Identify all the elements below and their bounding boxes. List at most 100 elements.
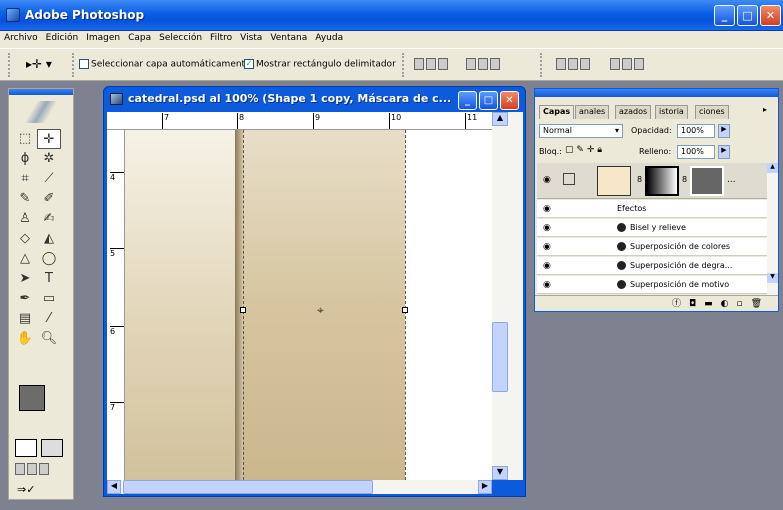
move-tool-preset-icon[interactable]: ▸✛ ▾ bbox=[26, 57, 52, 71]
opacity-field[interactable]: 100% bbox=[677, 124, 715, 138]
blend-mode-select[interactable]: Normal ▾ bbox=[539, 124, 623, 138]
trash-icon[interactable]: 🗑︎ bbox=[751, 299, 770, 309]
lock-paint-icon[interactable]: ✎ bbox=[576, 145, 584, 155]
screen-mode-standard-icon[interactable] bbox=[15, 463, 25, 475]
doc-minimize-button[interactable]: _ bbox=[458, 91, 477, 110]
auto-select-checkbox[interactable] bbox=[79, 59, 89, 69]
path-select-icon[interactable]: ➤ bbox=[13, 269, 37, 289]
image-canvas[interactable]: ⌖ bbox=[125, 130, 492, 480]
dodge-icon[interactable]: ◯ bbox=[37, 249, 61, 269]
standard-mode-icon[interactable] bbox=[15, 439, 37, 457]
menu-ventana[interactable]: Ventana bbox=[266, 31, 311, 43]
adjustment-layer-icon[interactable]: ◐ bbox=[721, 299, 737, 309]
align-left-icon[interactable] bbox=[465, 58, 476, 70]
horizontal-scrollbar[interactable]: ◀ ▶ bbox=[107, 480, 492, 494]
align-right-icon[interactable] bbox=[489, 58, 500, 70]
crop-icon[interactable]: ⌗ bbox=[13, 169, 37, 189]
healing-icon[interactable]: ✎ bbox=[13, 189, 37, 209]
distribute-right-icon[interactable] bbox=[633, 58, 644, 70]
history-brush-icon[interactable]: ✍ bbox=[37, 209, 61, 229]
menu-capa[interactable]: Capa bbox=[124, 31, 155, 43]
align-vcenter-icon[interactable] bbox=[426, 58, 436, 70]
new-set-icon[interactable]: ▬ bbox=[704, 299, 721, 309]
eyedropper-icon[interactable]: ⁄ bbox=[37, 309, 61, 329]
foreground-color-swatch[interactable] bbox=[19, 385, 45, 411]
distribute-hcenter-icon[interactable] bbox=[621, 58, 632, 70]
slice-icon[interactable]: ⟋ bbox=[37, 169, 61, 189]
eraser-icon[interactable]: ◇ bbox=[13, 229, 37, 249]
minimize-button[interactable]: _ bbox=[714, 5, 735, 26]
bucket-icon[interactable]: ◭ bbox=[37, 229, 61, 249]
scroll-up-icon[interactable]: ▲ bbox=[492, 112, 508, 126]
align-hcenter-icon[interactable] bbox=[477, 58, 488, 70]
vertical-ruler[interactable]: 4 5 6 7 bbox=[107, 130, 125, 480]
notes-icon[interactable]: ▤ bbox=[13, 309, 37, 329]
layer-row-shape[interactable]: ◉ 8 8 ... bbox=[537, 163, 767, 199]
eye-icon[interactable]: ◉ bbox=[543, 261, 551, 271]
horizontal-ruler[interactable]: 7 8 9 10 11 bbox=[107, 112, 492, 130]
distribute-left-icon[interactable] bbox=[609, 58, 620, 70]
feather-logo-icon[interactable] bbox=[21, 101, 61, 123]
opacity-arrow-icon[interactable]: ▶ bbox=[718, 124, 730, 138]
vertical-scrollbar[interactable]: ▲ ▼ bbox=[492, 112, 523, 480]
stamp-icon[interactable]: ♙ bbox=[13, 209, 37, 229]
layers-palette-header[interactable] bbox=[535, 89, 778, 97]
scroll-right-icon[interactable]: ▶ bbox=[478, 480, 492, 494]
auto-select-option[interactable]: Seleccionar capa automáticamente bbox=[79, 59, 251, 70]
eye-icon[interactable]: ◉ bbox=[543, 223, 551, 233]
close-button[interactable]: ✕ bbox=[760, 5, 781, 26]
tab-acciones[interactable]: ciones bbox=[695, 105, 729, 119]
marquee-icon[interactable]: ⬚ bbox=[13, 129, 37, 149]
show-bbox-checkbox[interactable]: ✓ bbox=[244, 59, 254, 69]
menu-edicion[interactable]: Edición bbox=[42, 31, 83, 43]
screen-mode-full-icon[interactable] bbox=[39, 463, 49, 475]
reference-point-icon[interactable]: ⌖ bbox=[317, 303, 324, 318]
effect-row-bevel[interactable]: ◉ Bisel y relieve bbox=[537, 219, 767, 237]
brush-icon[interactable]: ✐ bbox=[37, 189, 61, 209]
tab-historia[interactable]: istoria bbox=[655, 105, 688, 119]
bounding-box-left[interactable] bbox=[243, 130, 244, 480]
palette-menu-icon[interactable]: ▸ bbox=[763, 105, 767, 114]
tab-canales[interactable]: anales bbox=[575, 105, 610, 119]
quick-mask-icon[interactable] bbox=[41, 439, 63, 457]
layer-thumbnail[interactable] bbox=[597, 166, 631, 196]
menu-imagen[interactable]: Imagen bbox=[82, 31, 124, 43]
scroll-left-icon[interactable]: ◀ bbox=[107, 480, 121, 494]
eye-icon[interactable]: ◉ bbox=[543, 204, 551, 214]
scroll-down-icon[interactable]: ▼ bbox=[767, 273, 778, 283]
menu-archivo[interactable]: Archivo bbox=[0, 31, 42, 43]
doc-maximize-button[interactable]: □ bbox=[479, 91, 498, 110]
bounding-box-right[interactable] bbox=[405, 130, 406, 480]
pen-icon[interactable]: ✒ bbox=[13, 289, 37, 309]
lock-transparency-icon[interactable]: ▢ bbox=[565, 145, 574, 155]
align-top-icon[interactable] bbox=[414, 58, 424, 70]
show-bbox-option[interactable]: ✓ Mostrar rectángulo delimitador bbox=[244, 59, 396, 70]
new-layer-icon[interactable]: ▫ bbox=[736, 299, 750, 309]
type-icon[interactable]: T bbox=[37, 269, 61, 289]
effect-row-pattern-overlay[interactable]: ◉ Superposición de motivo bbox=[537, 276, 767, 294]
maximize-button[interactable]: □ bbox=[737, 5, 758, 26]
transform-handle-left[interactable] bbox=[240, 307, 246, 313]
effects-row[interactable]: ◉ Efectos bbox=[537, 200, 767, 218]
eye-icon[interactable]: ◉ bbox=[543, 280, 551, 290]
effect-row-gradient-overlay[interactable]: ◉ Superposición de degra... bbox=[537, 257, 767, 275]
vector-mask-thumbnail[interactable] bbox=[645, 166, 679, 196]
scroll-down-icon[interactable]: ▼ bbox=[492, 466, 508, 480]
horizontal-scroll-thumb[interactable] bbox=[123, 480, 373, 494]
lock-all-icon[interactable]: 🔒︎ bbox=[597, 145, 602, 155]
lasso-icon[interactable]: ϕ bbox=[13, 149, 37, 169]
magic-wand-icon[interactable]: ✲ bbox=[37, 149, 61, 169]
toolbox-header[interactable] bbox=[9, 89, 73, 95]
tab-capas[interactable]: Capas bbox=[539, 105, 575, 119]
lock-position-icon[interactable]: ✛ bbox=[587, 145, 595, 155]
menu-seleccion[interactable]: Selección bbox=[155, 31, 206, 43]
menu-vista[interactable]: Vista bbox=[236, 31, 266, 43]
layer-mask-thumbnail[interactable] bbox=[690, 166, 724, 196]
menu-filtro[interactable]: Filtro bbox=[206, 31, 236, 43]
layer-link-icon[interactable] bbox=[563, 173, 575, 185]
options-bar-grip[interactable] bbox=[8, 53, 12, 77]
fill-arrow-icon[interactable]: ▶ bbox=[718, 145, 730, 159]
align-bottom-icon[interactable] bbox=[438, 58, 448, 70]
eye-icon[interactable]: ◉ bbox=[543, 242, 551, 252]
screen-mode-menu-icon[interactable] bbox=[27, 463, 37, 475]
